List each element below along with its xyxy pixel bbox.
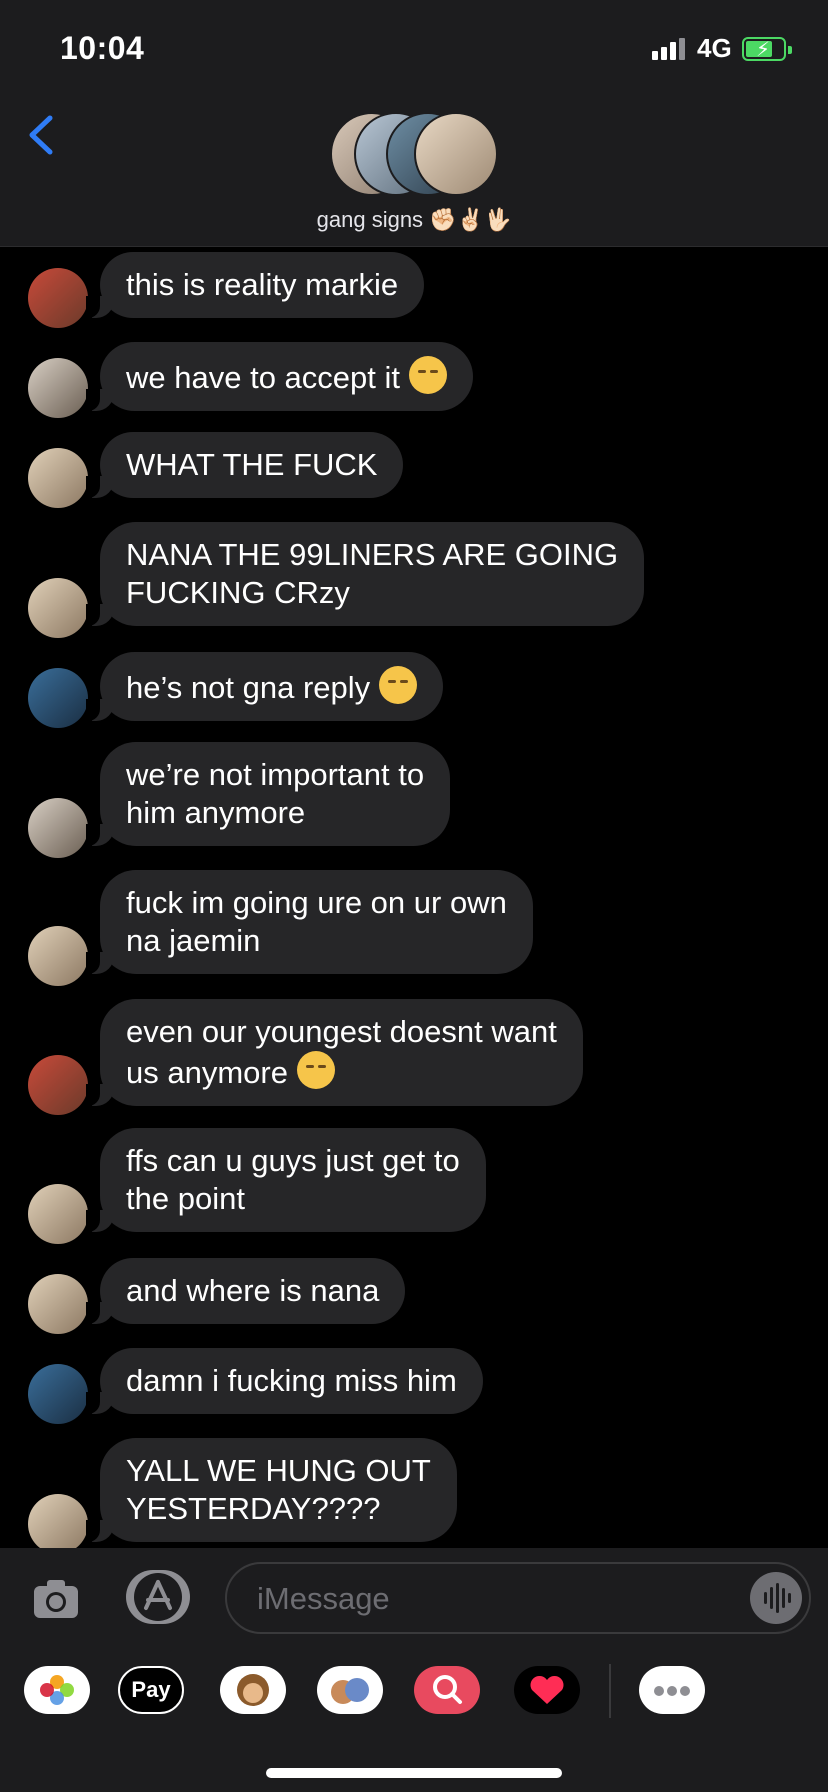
message-bubble[interactable]: YALL WE HUNG OUT YESTERDAY????	[86, 1438, 457, 1542]
pensive-emoji-icon	[378, 666, 417, 704]
avatar	[28, 798, 88, 858]
home-indicator[interactable]	[266, 1768, 562, 1778]
app-store-icon[interactable]	[126, 1570, 190, 1624]
message-bubble[interactable]: even our youngest doesnt want us anymore	[86, 999, 583, 1106]
back-chevron-icon[interactable]	[22, 110, 62, 160]
avatar	[28, 448, 88, 508]
pensive-emoji-icon	[296, 1051, 335, 1089]
app-drawer: Pay	[0, 1654, 828, 1734]
composer-bar: iMessage Pay	[0, 1548, 828, 1792]
message-bubble[interactable]: this is reality markie	[85, 252, 425, 318]
audio-icon[interactable]	[750, 1572, 802, 1624]
photos-icon[interactable]	[24, 1666, 90, 1714]
message-bubble[interactable]: damn i fucking miss him	[86, 1348, 483, 1414]
conversation-header: 10:04 4G ⚡ gang signs ✊🏻✌🏻🖖🏻	[0, 0, 828, 247]
avatar	[28, 1055, 88, 1115]
avatar	[28, 668, 88, 728]
imessage-input[interactable]: iMessage	[225, 1562, 811, 1634]
network-type: 4G	[697, 33, 732, 63]
digital-touch-icon[interactable]	[514, 1666, 580, 1714]
status-time: 10:04	[60, 30, 145, 66]
message-bubble[interactable]: and where is nana	[85, 1258, 406, 1324]
avatar	[28, 926, 88, 986]
cellular-signal-icon	[652, 38, 688, 60]
avatar	[28, 358, 88, 418]
pensive-emoji-icon	[408, 356, 447, 394]
search-images-icon[interactable]	[414, 1666, 480, 1714]
camera-icon[interactable]	[30, 1572, 82, 1624]
group-avatar-4	[414, 112, 498, 196]
avatar	[28, 1494, 88, 1548]
message-bubble[interactable]: fuck im going ure on ur own na jaemin	[86, 870, 533, 974]
message-bubble[interactable]: we’re not important to him anymore	[85, 742, 451, 846]
avatar	[28, 1364, 88, 1424]
battery-icon: ⚡	[742, 37, 792, 61]
avatar	[28, 1184, 88, 1244]
avatar	[28, 268, 88, 328]
message-bubble[interactable]: ffs can u guys just get to the point	[86, 1128, 486, 1232]
apple-pay-button[interactable]: Pay	[118, 1666, 184, 1714]
group-avatar-stack[interactable]	[330, 112, 500, 196]
avatar	[28, 578, 88, 638]
message-bubble[interactable]: WHAT THE FUCK	[85, 432, 404, 498]
message-list[interactable]: this is reality markie we have to accept…	[0, 248, 828, 1548]
message-bubble[interactable]: NANA THE 99LINERS ARE GOING FUCKING CRzy	[85, 522, 645, 626]
more-icon[interactable]	[639, 1666, 705, 1714]
message-bubble[interactable]: we have to accept it	[86, 342, 473, 411]
group-name[interactable]: gang signs ✊🏻✌🏻🖖🏻	[0, 207, 828, 233]
monkey-memoji-icon[interactable]	[220, 1666, 286, 1714]
message-bubble[interactable]: he’s not gna reply	[86, 652, 443, 721]
avatar	[28, 1274, 88, 1334]
memoji-icon[interactable]	[317, 1666, 383, 1714]
app-drawer-divider	[609, 1664, 611, 1718]
